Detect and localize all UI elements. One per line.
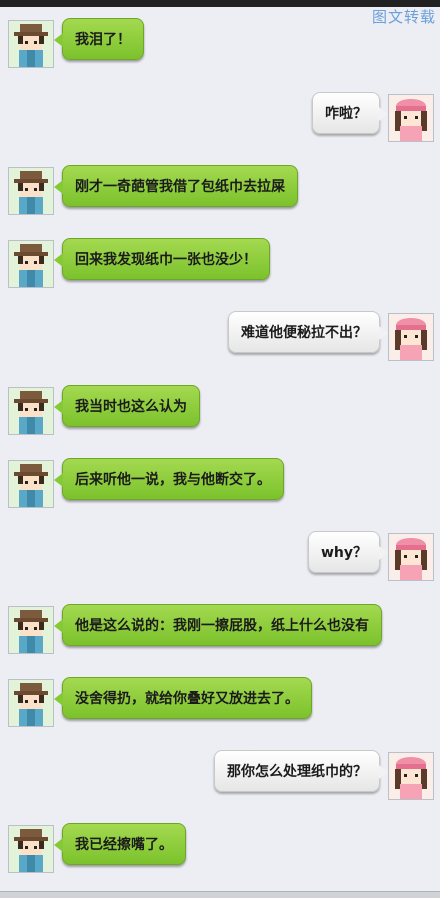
girl-avatar-icon[interactable]: [388, 94, 434, 142]
message-bubble-sent[interactable]: 难道他便秘拉不出？: [228, 311, 388, 353]
boy-avatar-icon[interactable]: [8, 825, 54, 873]
message-row: why？: [0, 531, 440, 591]
boy-avatar-icon[interactable]: [8, 460, 54, 508]
message-row: 我已经擦嘴了。: [0, 823, 440, 883]
message-bubble-received[interactable]: 刚才一奇葩管我借了包纸巾去拉屎: [54, 165, 298, 207]
boy-avatar-icon[interactable]: [8, 387, 54, 435]
message-bubble-received[interactable]: 我泪了！: [54, 18, 144, 60]
message-bubble-received[interactable]: 我已经擦嘴了。: [54, 823, 186, 865]
message-row: 回来我发现纸巾一张也没少！: [0, 238, 440, 298]
message-row: 他是这么说的：我刚一擦屁股，纸上什么也没有: [0, 604, 440, 664]
boy-avatar-icon[interactable]: [8, 679, 54, 727]
boy-avatar-icon[interactable]: [8, 606, 54, 654]
message-row: 我当时也这么认为: [0, 385, 440, 445]
message-bubble-sent[interactable]: 咋啦？: [312, 92, 388, 134]
message-bubble-received[interactable]: 回来我发现纸巾一张也没少！: [54, 238, 270, 280]
message-row: 咋啦？: [0, 92, 440, 152]
girl-avatar-icon[interactable]: [388, 313, 434, 361]
message-row: 难道他便秘拉不出？: [0, 311, 440, 371]
message-bubble-received[interactable]: 后来听他一说，我与他断交了。: [54, 458, 284, 500]
boy-avatar-icon[interactable]: [8, 167, 54, 215]
message-bubble-sent[interactable]: why？: [307, 531, 389, 573]
girl-avatar-icon[interactable]: [388, 752, 434, 800]
message-row: 后来听他一说，我与他断交了。: [0, 458, 440, 518]
message-row: 那你怎么处理纸巾的？: [0, 750, 440, 810]
boy-avatar-icon[interactable]: [8, 20, 54, 68]
message-row: 我泪了！: [0, 18, 440, 78]
message-row: 刚才一奇葩管我借了包纸巾去拉屎: [0, 165, 440, 225]
message-row: 没舍得扔，就给你叠好又放进去了。: [0, 677, 440, 737]
girl-avatar-icon[interactable]: [388, 533, 434, 581]
message-bubble-received[interactable]: 我当时也这么认为: [54, 385, 200, 427]
message-bubble-received[interactable]: 他是这么说的：我刚一擦屁股，纸上什么也没有: [54, 604, 382, 646]
input-bar-edge: [0, 891, 440, 898]
message-bubble-received[interactable]: 没舍得扔，就给你叠好又放进去了。: [54, 677, 312, 719]
message-bubble-sent[interactable]: 那你怎么处理纸巾的？: [214, 750, 388, 792]
boy-avatar-icon[interactable]: [8, 240, 54, 288]
